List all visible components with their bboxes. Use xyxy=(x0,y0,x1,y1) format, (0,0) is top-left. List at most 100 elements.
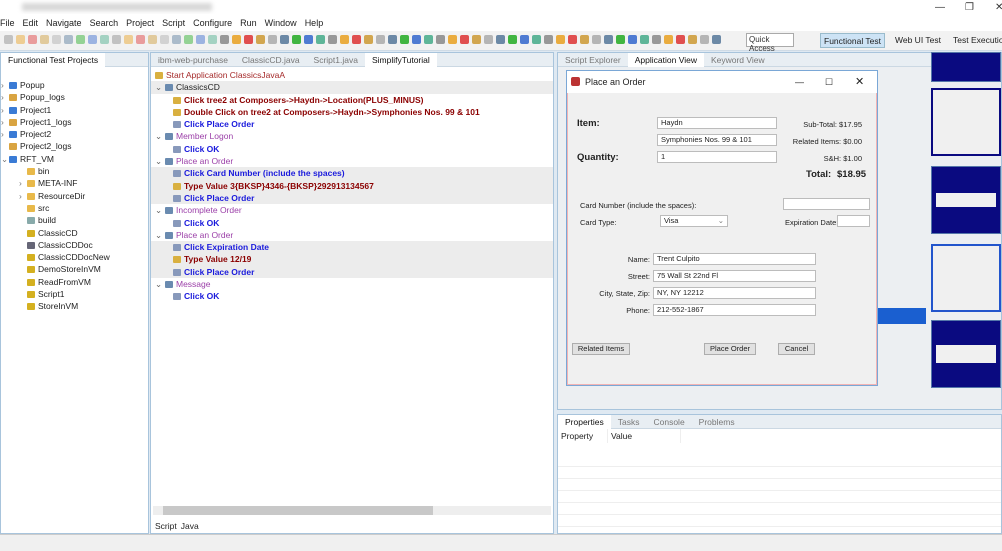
toolbar-button-icon[interactable] xyxy=(292,35,301,44)
toolbar-button-icon[interactable] xyxy=(124,35,133,44)
maximize-button[interactable]: ❐ xyxy=(965,2,974,13)
tab-script[interactable]: Script xyxy=(153,521,179,531)
toolbar-button-icon[interactable] xyxy=(76,35,85,44)
tree-item[interactable]: Script1 xyxy=(1,288,148,300)
tree-item[interactable]: › Project1 xyxy=(1,104,148,116)
toolbar-button-icon[interactable] xyxy=(304,35,313,44)
script-step[interactable]: ⌄ Message xyxy=(151,278,553,290)
toolbar-button-icon[interactable] xyxy=(316,35,325,44)
toolbar-button-icon[interactable] xyxy=(448,35,457,44)
tree-item[interactable]: ⌄ RFT_VM xyxy=(1,153,148,165)
menu-window[interactable]: Window xyxy=(265,18,297,28)
dialog-minimize-button[interactable]: — xyxy=(795,71,804,93)
screenshot-thumbnail[interactable] xyxy=(931,244,1001,312)
item-title-field[interactable]: Symphonies Nos. 99 & 101 xyxy=(657,134,777,146)
chevron-down-icon[interactable]: ⌄ xyxy=(155,130,165,142)
toolbar-button-icon[interactable] xyxy=(112,35,121,44)
chevron-down-icon[interactable]: ⌄ xyxy=(155,204,165,216)
tree-item[interactable]: › Popup xyxy=(1,79,148,91)
toolbar-button-icon[interactable] xyxy=(16,35,25,44)
toolbar-button-icon[interactable] xyxy=(4,35,13,44)
toolbar-button-icon[interactable] xyxy=(676,35,685,44)
toolbar-button-icon[interactable] xyxy=(100,35,109,44)
tree-item[interactable]: › Project1_logs xyxy=(1,116,148,128)
menu-navigate[interactable]: Navigate xyxy=(46,18,82,28)
toolbar-button-icon[interactable] xyxy=(484,35,493,44)
tree-item[interactable]: › ResourceDir xyxy=(1,190,148,202)
tab-functional-test-projects[interactable]: Functional Test Projects xyxy=(1,52,106,67)
menu-edit[interactable]: Edit xyxy=(23,18,39,28)
expander-icon[interactable]: › xyxy=(1,91,9,103)
tab-keyword-view[interactable]: Keyword View xyxy=(704,55,772,65)
menu-help[interactable]: Help xyxy=(305,18,324,28)
expander-icon[interactable]: ⌄ xyxy=(1,153,9,165)
toolbar-button-icon[interactable] xyxy=(268,35,277,44)
phone-field[interactable]: 212-552-1867 xyxy=(653,304,816,316)
quantity-field[interactable]: 1 xyxy=(657,151,777,163)
related-items-button[interactable]: Related Items xyxy=(572,343,630,355)
tree-item[interactable]: DemoStoreInVM xyxy=(1,263,148,275)
chevron-down-icon[interactable]: ⌄ xyxy=(155,229,165,241)
script-step[interactable]: Click OK xyxy=(151,143,553,155)
name-field[interactable]: Trent Culpito xyxy=(653,253,816,265)
toolbar-button-icon[interactable] xyxy=(688,35,697,44)
toolbar-button-icon[interactable] xyxy=(604,35,613,44)
perspective-web-ui-test[interactable]: Web UI Test xyxy=(892,33,944,48)
toolbar-button-icon[interactable] xyxy=(460,35,469,44)
toolbar-button-icon[interactable] xyxy=(520,35,529,44)
horizontal-scrollbar[interactable] xyxy=(153,506,551,515)
toolbar-button-icon[interactable] xyxy=(412,35,421,44)
tab-script-explorer[interactable]: Script Explorer xyxy=(558,55,628,65)
toolbar-button-icon[interactable] xyxy=(328,35,337,44)
script-step[interactable]: Type Value 3{BKSP}4346-{BKSP}29291313456… xyxy=(151,179,553,192)
tree-item[interactable]: bin xyxy=(1,165,148,177)
dialog-close-button[interactable]: ✕ xyxy=(855,71,864,93)
script-step[interactable]: ⌄ Member Logon xyxy=(151,130,553,142)
toolbar-button-icon[interactable] xyxy=(64,35,73,44)
toolbar-button-icon[interactable] xyxy=(628,35,637,44)
screenshot-thumbnail[interactable] xyxy=(931,88,1001,156)
toolbar-button-icon[interactable] xyxy=(136,35,145,44)
toolbar-button-icon[interactable] xyxy=(616,35,625,44)
tab-ibm-web-purchase[interactable]: ibm-web-purchase xyxy=(151,55,235,65)
tab-console[interactable]: Console xyxy=(646,417,691,427)
expiration-date-field[interactable] xyxy=(837,215,870,227)
toolbar-button-icon[interactable] xyxy=(664,35,673,44)
dialog-maximize-button[interactable]: ☐ xyxy=(825,71,833,93)
toolbar-button-icon[interactable] xyxy=(220,35,229,44)
toolbar-button-icon[interactable] xyxy=(652,35,661,44)
script-step[interactable]: Click OK xyxy=(151,217,553,229)
toolbar-button-icon[interactable] xyxy=(472,35,481,44)
script-step[interactable]: Click Place Order xyxy=(151,265,553,279)
toolbar-button-icon[interactable] xyxy=(400,35,409,44)
street-field[interactable]: 75 Wall St 22nd Fl xyxy=(653,270,816,282)
perspective-test-execution[interactable]: Test Execution xyxy=(950,33,1002,48)
place-order-button[interactable]: Place Order xyxy=(704,343,756,355)
script-step[interactable]: Type Value 12/19 xyxy=(151,253,553,266)
toolbar-button-icon[interactable] xyxy=(712,35,721,44)
expander-icon[interactable]: › xyxy=(1,128,9,140)
scrollbar-thumb[interactable] xyxy=(163,506,433,515)
script-step[interactable]: Click OK xyxy=(151,290,553,302)
tab-java[interactable]: Java xyxy=(181,521,199,531)
quick-access-input[interactable]: Quick Access xyxy=(746,33,794,53)
toolbar-button-icon[interactable] xyxy=(532,35,541,44)
toolbar-button-icon[interactable] xyxy=(340,35,349,44)
menu-search[interactable]: Search xyxy=(90,18,119,28)
tab-properties[interactable]: Properties xyxy=(558,414,611,429)
toolbar-button-icon[interactable] xyxy=(172,35,181,44)
chevron-down-icon[interactable]: ⌄ xyxy=(155,278,165,290)
script-step[interactable]: Click Place Order xyxy=(151,118,553,130)
tree-item[interactable]: Project2_logs xyxy=(1,140,148,152)
script-step[interactable]: Click Place Order xyxy=(151,191,553,205)
toolbar-button-icon[interactable] xyxy=(148,35,157,44)
toolbar-button-icon[interactable] xyxy=(244,35,253,44)
script-step[interactable]: ⌄ Place an Order xyxy=(151,155,553,167)
tab-simplifytutorial[interactable]: SimplifyTutorial xyxy=(364,52,437,67)
toolbar-button-icon[interactable] xyxy=(208,35,217,44)
toolbar-button-icon[interactable] xyxy=(544,35,553,44)
tree-item[interactable]: StoreInVM xyxy=(1,300,148,312)
toolbar-button-icon[interactable] xyxy=(256,35,265,44)
script-step[interactable]: ⌄ Incomplete Order xyxy=(151,204,553,216)
toolbar-button-icon[interactable] xyxy=(592,35,601,44)
